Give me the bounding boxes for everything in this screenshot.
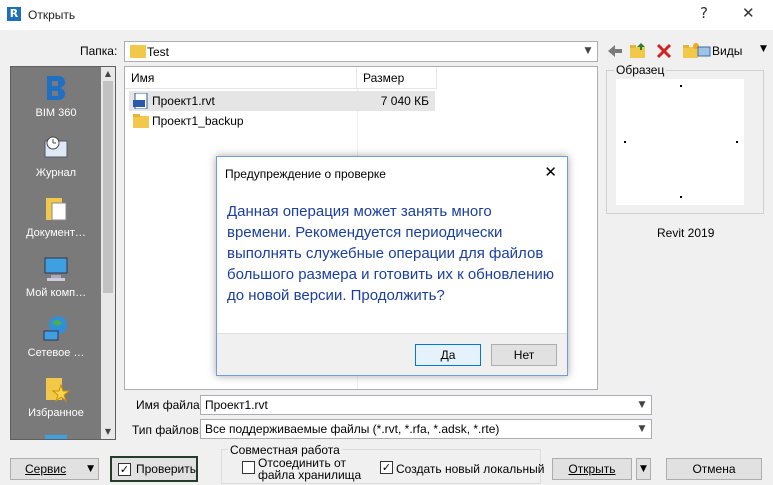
preview-mark (680, 196, 682, 198)
service-button[interactable]: Сервис ▼ (10, 458, 99, 480)
dialog-no-button[interactable]: Нет (491, 344, 557, 366)
create-local-label: Создать новый локальный (396, 462, 545, 476)
filetype-label: Тип файлов: (132, 423, 203, 437)
audit-label: Проверить (136, 462, 197, 476)
chevron-down-icon[interactable]: ▼ (581, 44, 595, 59)
audit-warning-dialog: Предупреждение о проверке ✕ Данная опера… (216, 156, 568, 376)
history-icon (44, 136, 68, 158)
place-favorites[interactable]: Избранное (11, 373, 101, 419)
folder-label: Папка: (80, 44, 118, 58)
detach-checkbox[interactable] (242, 461, 255, 474)
preview-label: Образец (614, 63, 667, 77)
cancel-button[interactable]: Отмена (666, 458, 762, 480)
place-history[interactable]: Журнал (11, 133, 101, 179)
folder-icon (130, 45, 146, 58)
file-name: Проект1.rvt (152, 94, 215, 108)
preview-mark (736, 141, 738, 143)
place-label: Сетевое … (27, 347, 85, 359)
place-label: BIM 360 (35, 107, 77, 119)
filename-label: Имя файла: (136, 398, 203, 412)
place-documents[interactable]: Документ… (11, 193, 101, 239)
place-label: Документ… (26, 227, 86, 239)
create-local-checkbox[interactable]: ✓ (380, 461, 393, 474)
audit-checkmark-icon[interactable]: ✓ (118, 463, 131, 476)
dialog-close-icon[interactable]: ✕ (544, 163, 557, 181)
delete-icon[interactable] (655, 42, 673, 60)
scroll-up-icon[interactable]: ▲ (101, 69, 115, 78)
places-scrollbar[interactable]: ▲ ▼ (101, 67, 115, 439)
place-my-computer[interactable]: Мой комп… (11, 253, 101, 299)
favorites-star-icon (46, 378, 71, 403)
window-title: Открыть (28, 8, 76, 22)
file-row[interactable]: Проект1.rvt 7 040 КБ (129, 91, 435, 111)
folder-combobox[interactable]: Test ▼ (124, 41, 598, 62)
back-arrow-icon[interactable] (606, 42, 624, 60)
title-bar: R Открыть ? ✕ (0, 0, 773, 30)
scroll-thumb[interactable] (103, 81, 113, 293)
place-network[interactable]: Сетевое … (11, 313, 101, 359)
dialog-footer: Да Нет (217, 333, 567, 375)
place-bim360[interactable]: BIM 360 (11, 73, 101, 119)
views-svg (697, 46, 711, 57)
column-header-size[interactable]: Размер (357, 67, 437, 89)
close-window-button[interactable]: ✕ (742, 4, 755, 22)
chevron-down-icon[interactable]: ▼ (635, 398, 649, 413)
views-menu-button[interactable]: Виды (712, 44, 742, 58)
views-icon[interactable] (697, 42, 711, 60)
detach-label-line2: файла хранилища (258, 468, 362, 482)
filename-value: Проект1.rvt (205, 398, 268, 412)
chevron-down-icon[interactable]: ▼ (635, 422, 649, 437)
chevron-down-icon: ▼ (87, 464, 94, 474)
computer-icon (44, 257, 68, 281)
file-row[interactable]: Проект1_backup (129, 111, 435, 131)
folder-icon (133, 114, 149, 128)
dialog-yes-button[interactable]: Да (415, 344, 481, 366)
network-globe-icon (43, 316, 67, 341)
worksharing-label: Совместная работа (228, 443, 342, 457)
up-folder-icon[interactable] (629, 42, 647, 60)
file-size: 7 040 КБ (380, 94, 429, 108)
places-bar: BIM 360 Журнал Документ… Мой комп… Сетев… (10, 66, 116, 440)
file-name: Проект1_backup (152, 114, 244, 128)
place-extra[interactable] (11, 433, 101, 439)
scroll-down-icon[interactable]: ▼ (101, 427, 115, 436)
up-folder-svg (630, 43, 645, 58)
back-arrow-svg (608, 45, 622, 57)
preview-mark (624, 141, 626, 143)
bim360-icon (47, 76, 65, 100)
audit-checkbox[interactable]: ✓ Проверить (110, 456, 198, 482)
desktop-icon (45, 435, 67, 439)
detach-label: Отсоединить от файла хранилища (258, 457, 361, 481)
filetype-select[interactable]: Все поддерживаемые файлы (*.rvt, *.rfa, … (200, 419, 652, 439)
folder-value: Test (147, 45, 170, 59)
dialog-title: Предупреждение о проверке (225, 167, 386, 181)
documents-folder-icon (46, 198, 67, 221)
preview-image (616, 79, 744, 205)
preview-mark (680, 85, 682, 87)
delete-svg (656, 43, 672, 59)
dialog-message: Данная операция может занять много време… (227, 203, 555, 304)
open-options-dropdown[interactable]: ▼ (636, 458, 651, 480)
open-button[interactable]: Открыть (552, 458, 632, 480)
place-label: Мой комп… (25, 287, 87, 299)
rvt-file-icon (133, 93, 148, 109)
place-label: Журнал (35, 167, 77, 179)
open-label: Открыть (568, 462, 616, 476)
views-chevron-down-icon[interactable]: ▼ (760, 44, 767, 54)
help-button[interactable]: ? (700, 4, 708, 22)
filename-input[interactable]: Проект1.rvt ▼ (200, 395, 652, 415)
filetype-value: Все поддерживаемые файлы (*.rvt, *.rfa, … (205, 422, 500, 436)
revit-app-icon: R (7, 7, 21, 21)
place-label: Избранное (28, 407, 84, 419)
column-header-name[interactable]: Имя (125, 67, 357, 89)
service-label: Сервис (25, 462, 67, 476)
revit-version-label: Revit 2019 (657, 226, 715, 240)
